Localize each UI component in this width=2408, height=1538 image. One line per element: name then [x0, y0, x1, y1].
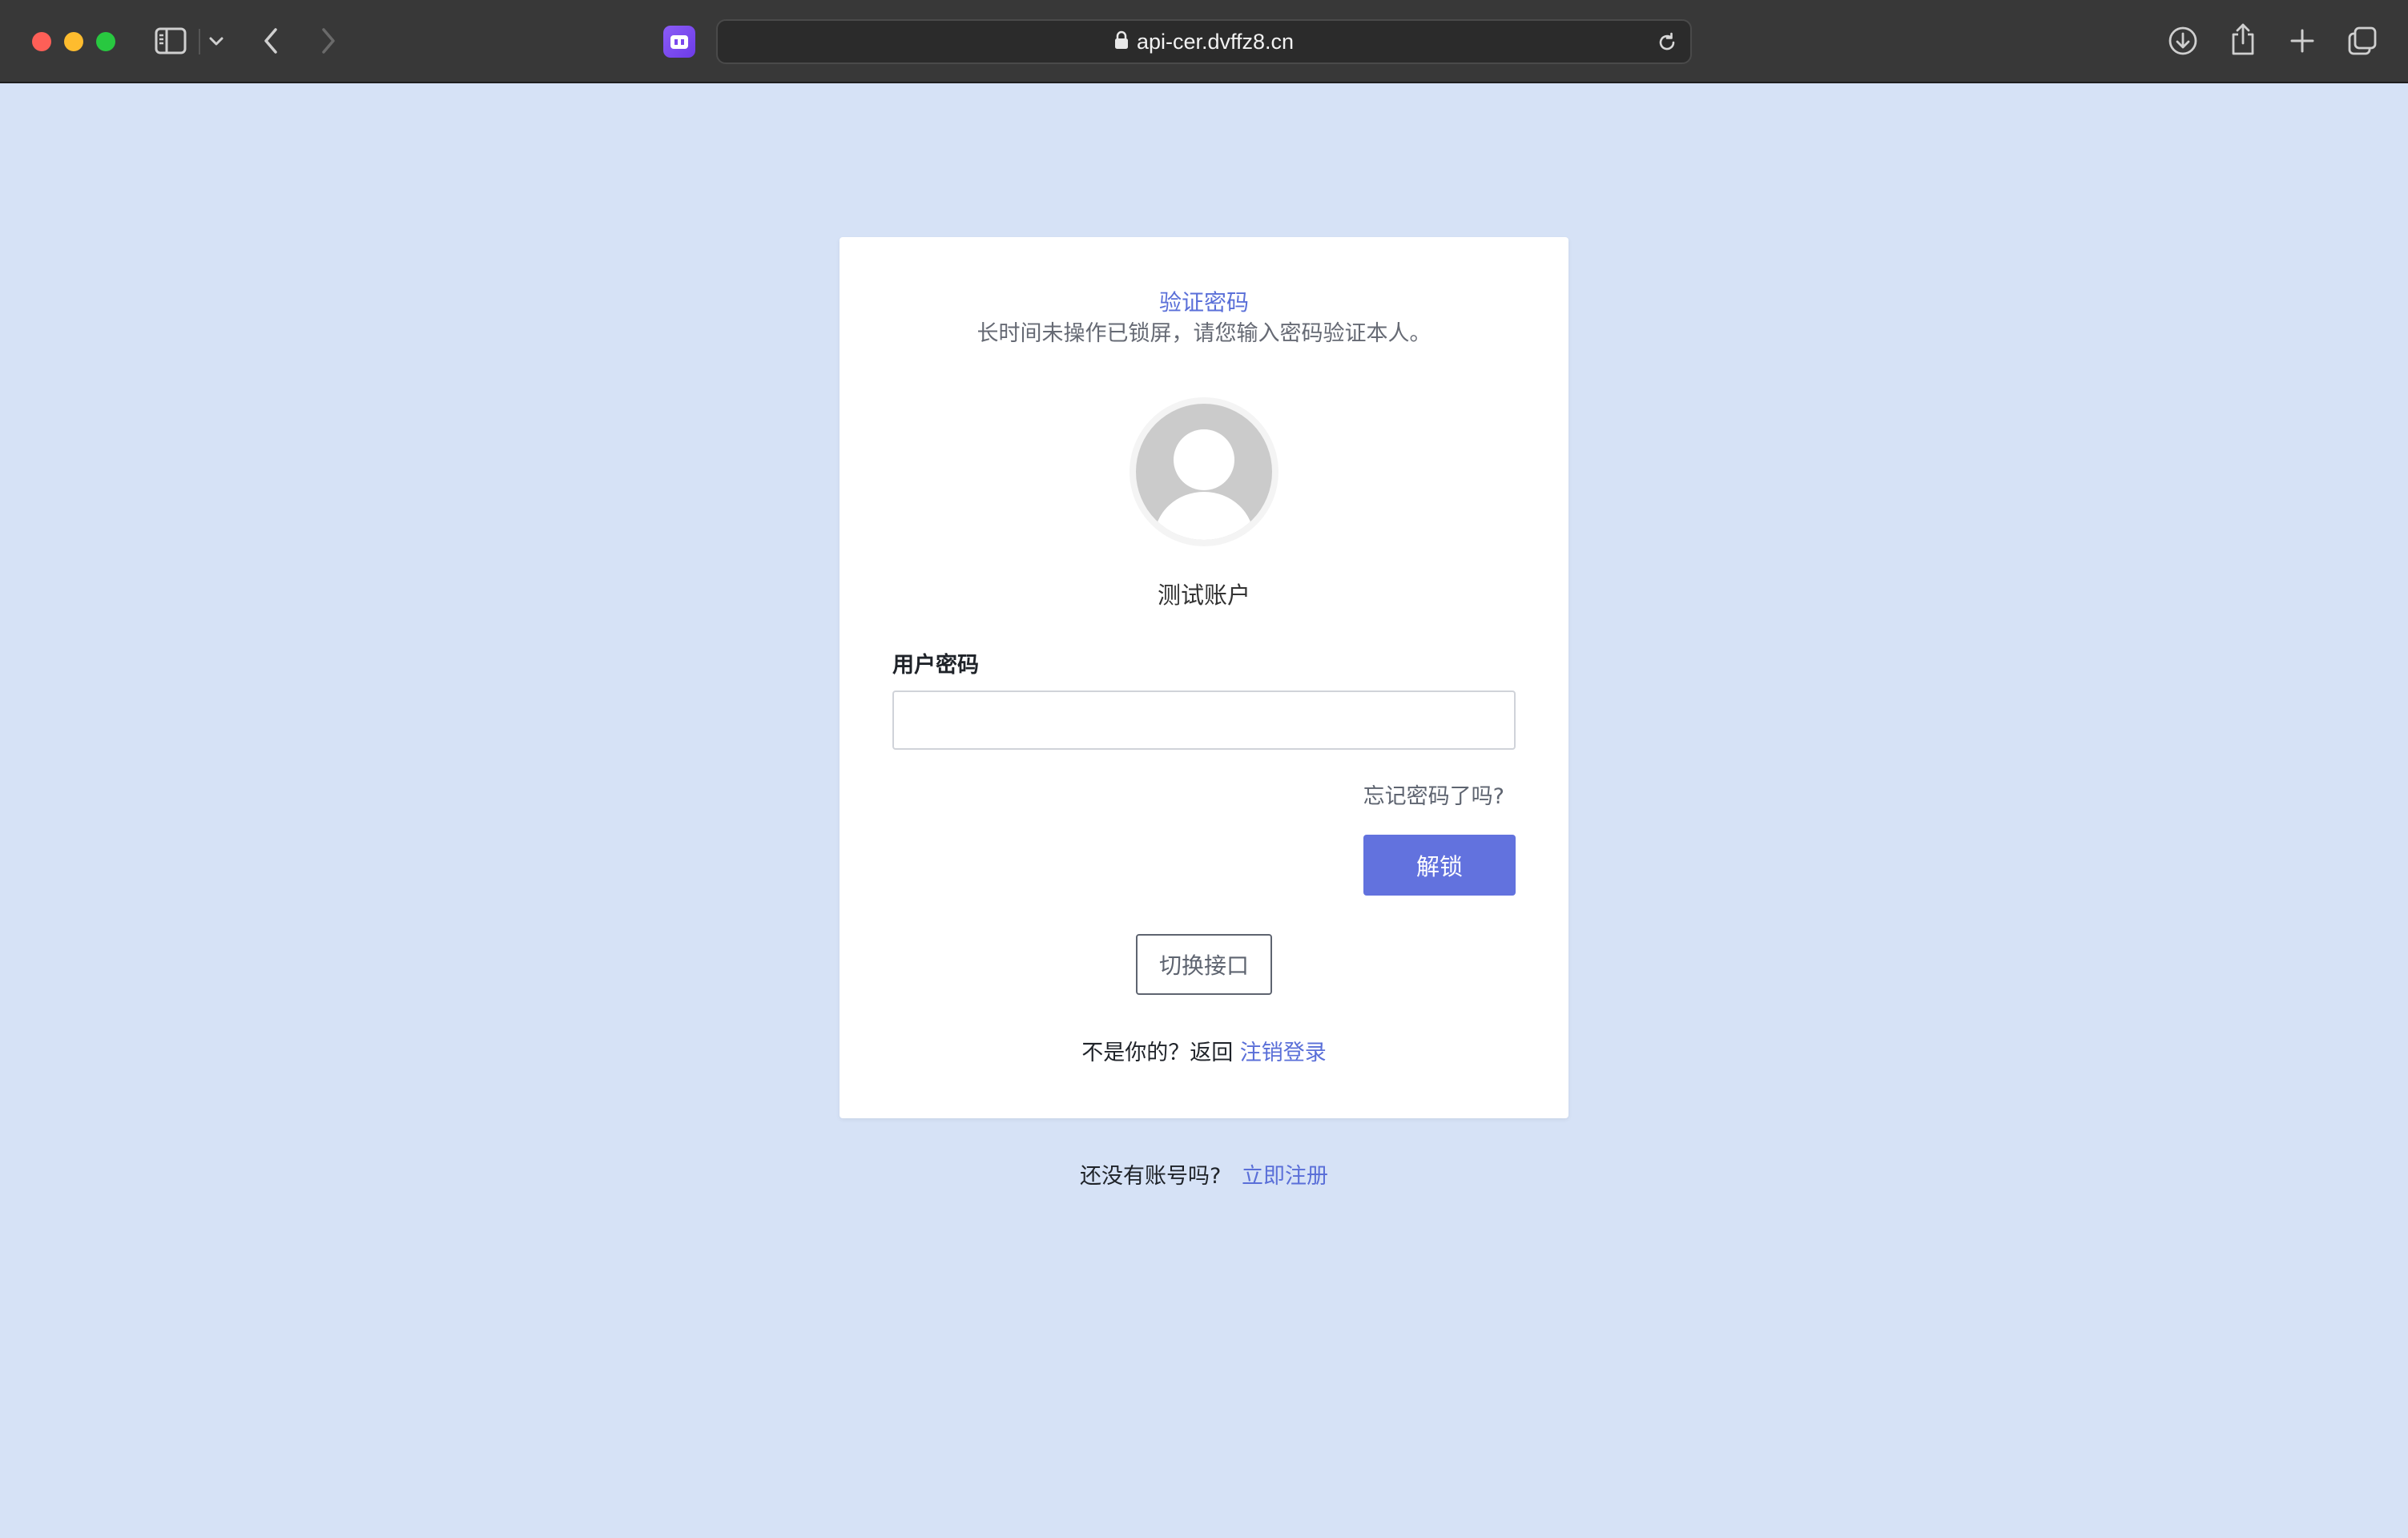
username: 测试账户	[1157, 582, 1250, 609]
user-avatar-icon	[1136, 404, 1272, 540]
download-icon[interactable]	[2166, 24, 2200, 58]
chevron-left-icon[interactable]	[258, 24, 284, 58]
password-input[interactable]	[892, 690, 1516, 750]
reload-icon[interactable]	[1655, 30, 1679, 54]
register-row: 还没有账号吗? 立即注册	[0, 1158, 2408, 1190]
extension-icon[interactable]	[663, 26, 695, 58]
share-icon[interactable]	[2227, 21, 2259, 58]
chevron-right-icon[interactable]	[316, 24, 341, 58]
chevron-down-icon[interactable]	[205, 30, 228, 53]
register-link[interactable]: 立即注册	[1242, 1164, 1328, 1189]
unlock-button[interactable]: 解锁	[1363, 835, 1516, 896]
zoom-window-button[interactable]	[96, 32, 115, 51]
lock-icon	[1114, 30, 1129, 53]
avatar	[1130, 397, 1278, 546]
toolbar-divider	[199, 29, 200, 54]
plus-icon[interactable]	[2286, 24, 2318, 58]
close-window-button[interactable]	[32, 32, 51, 51]
card-title: 验证密码	[1158, 289, 1249, 316]
password-label: 用户密码	[892, 653, 979, 678]
address-bar[interactable]: api-cer.dvffz8.cn	[716, 19, 1692, 64]
sidebar-icon[interactable]	[154, 26, 187, 56]
url-text: api-cer.dvffz8.cn	[1136, 29, 1295, 54]
not-you-text: 不是你的？返回	[1081, 1041, 1234, 1065]
logout-link[interactable]: 注销登录	[1240, 1041, 1327, 1065]
forgot-password-link[interactable]: 忘记密码了吗?	[1363, 779, 1504, 810]
card-subtitle: 长时间未操作已锁屏，请您输入密码验证本人。	[976, 321, 1432, 346]
lock-screen-card: 验证密码 长时间未操作已锁屏，请您输入密码验证本人。 测试账户 用户密码 忘记密…	[840, 237, 1568, 1118]
minimize-window-button[interactable]	[64, 32, 83, 51]
tabs-overview-icon[interactable]	[2346, 24, 2379, 58]
no-account-text: 还没有账号吗?	[1079, 1164, 1222, 1189]
browser-toolbar: api-cer.dvffz8.cn	[0, 0, 2408, 83]
not-you-row: 不是你的？返回 注销登录	[840, 1035, 1568, 1066]
switch-interface-button[interactable]: 切换接口	[1136, 934, 1272, 995]
